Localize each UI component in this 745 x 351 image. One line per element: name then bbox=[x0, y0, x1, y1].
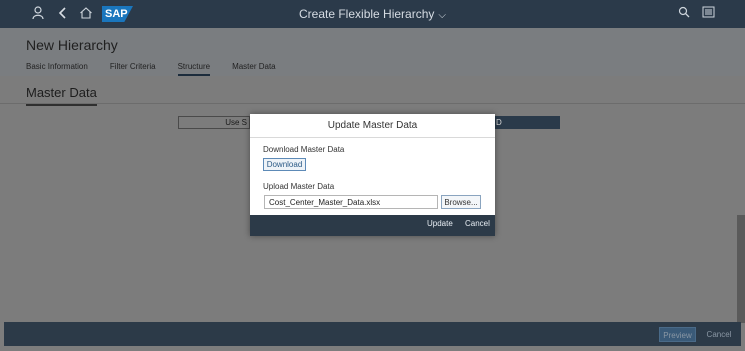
list-icon-svg bbox=[702, 6, 714, 18]
right-button-label: D bbox=[496, 118, 502, 127]
file-name-input[interactable]: Cost_Center_Master_Data.xlsx bbox=[264, 195, 438, 209]
use-structure-button[interactable]: Use S bbox=[178, 116, 250, 129]
browse-button[interactable]: Browse... bbox=[441, 195, 481, 209]
tab-basic-information[interactable]: Basic Information bbox=[26, 62, 88, 76]
tab-structure[interactable]: Structure bbox=[177, 62, 211, 76]
search-icon-svg bbox=[678, 6, 690, 18]
app-title[interactable]: Create Flexible Hierarchy ⌵ bbox=[0, 7, 745, 21]
footer-bar: Preview Cancel bbox=[4, 322, 741, 346]
search-icon[interactable] bbox=[676, 6, 692, 22]
download-label: Download Master Data bbox=[263, 145, 345, 154]
divider bbox=[0, 103, 745, 104]
dialog-cancel-button[interactable]: Cancel bbox=[465, 219, 490, 228]
app-title-text: Create Flexible Hierarchy bbox=[299, 7, 435, 21]
dialog-title: Update Master Data bbox=[250, 114, 495, 138]
update-master-data-dialog: Update Master Data Download Master Data … bbox=[250, 114, 495, 236]
preview-button[interactable]: Preview bbox=[659, 327, 696, 342]
scrollbar[interactable] bbox=[737, 215, 745, 323]
tab-bar: Basic Information Filter Criteria Struct… bbox=[26, 62, 298, 76]
footer-cancel-button[interactable]: Cancel bbox=[704, 327, 734, 342]
notifications-list-icon[interactable] bbox=[700, 6, 716, 22]
shell-bar: SAP Create Flexible Hierarchy ⌵ bbox=[0, 0, 745, 28]
update-button[interactable]: Update bbox=[427, 219, 453, 228]
update-master-data-button[interactable]: D bbox=[494, 116, 560, 129]
download-button[interactable]: Download bbox=[263, 158, 306, 171]
tab-master-data[interactable]: Master Data bbox=[232, 62, 276, 76]
upload-label: Upload Master Data bbox=[263, 182, 335, 191]
tab-filter-criteria[interactable]: Filter Criteria bbox=[110, 62, 156, 76]
dialog-footer: Update Cancel bbox=[250, 215, 495, 236]
chevron-down-icon: ⌵ bbox=[438, 10, 446, 21]
page-title: New Hierarchy bbox=[26, 37, 118, 53]
